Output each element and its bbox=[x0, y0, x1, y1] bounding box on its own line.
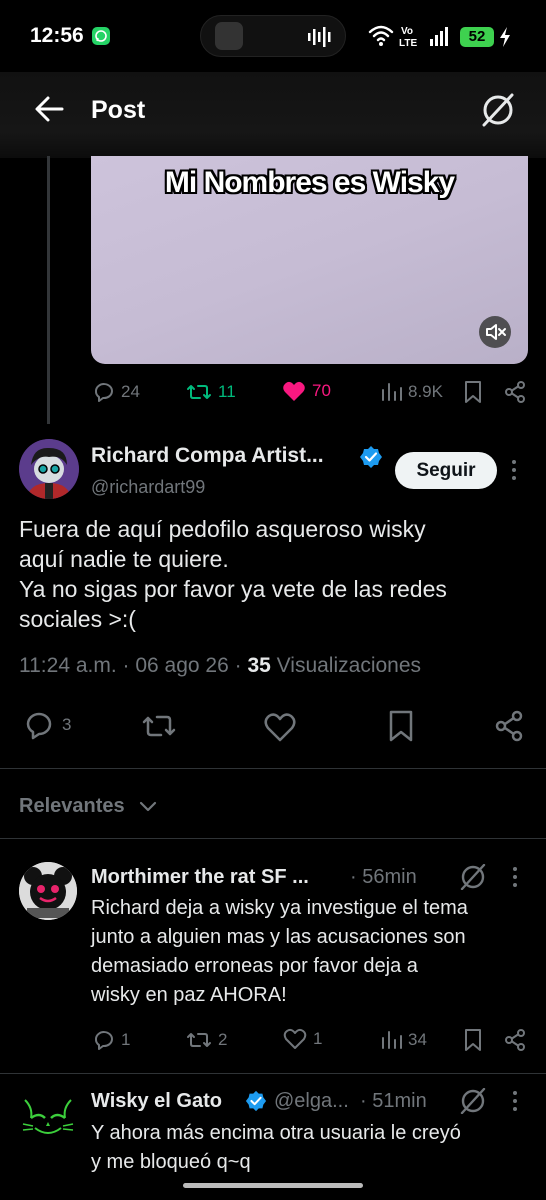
reply-text: Richard deja a wisky ya investigue el te… bbox=[91, 897, 468, 1006]
reply-author-name[interactable]: Wisky el Gato bbox=[91, 1090, 222, 1113]
video-caption-text: Mi Nombres es Wisky bbox=[164, 166, 455, 199]
svg-text:LTE: LTE bbox=[399, 38, 417, 49]
like-count: 1 bbox=[313, 1029, 323, 1048]
reply-handle[interactable]: @elga... bbox=[274, 1090, 349, 1113]
post-metadata: 11:24 a.m. · 06 ago 26 · 35 Visualizacio… bbox=[19, 654, 422, 677]
more-options-icon[interactable] bbox=[511, 1090, 519, 1117]
page-title: Post bbox=[91, 96, 146, 124]
heart-filled-icon bbox=[283, 381, 305, 401]
author-handle[interactable]: @richardart99 bbox=[91, 477, 205, 498]
reply-age: · 51min bbox=[360, 1090, 427, 1112]
heart-icon[interactable] bbox=[263, 712, 297, 747]
repost-icon bbox=[187, 1033, 211, 1047]
avatar[interactable] bbox=[19, 862, 77, 920]
verified-badge-icon bbox=[359, 445, 383, 474]
reply-text: Y ahora más encima otra usuaria le creyó… bbox=[91, 1122, 461, 1173]
whatsapp-notification-icon bbox=[92, 27, 110, 45]
audio-wave-icon bbox=[307, 26, 335, 53]
reply-icon bbox=[95, 1031, 113, 1050]
wifi-icon bbox=[368, 25, 394, 42]
like-action[interactable]: 70 bbox=[282, 380, 331, 402]
top-app-bar bbox=[0, 72, 546, 158]
reply-count: 1 bbox=[121, 1030, 131, 1049]
views-count: 34 bbox=[408, 1030, 427, 1049]
heart-icon bbox=[283, 1028, 307, 1049]
grok-icon[interactable] bbox=[480, 93, 516, 132]
reply-icon bbox=[95, 383, 113, 402]
views-label: Visualizaciones bbox=[276, 654, 422, 677]
divider bbox=[0, 838, 546, 839]
like-action[interactable]: 1 bbox=[283, 1028, 322, 1050]
post-text: Fuera de aquí pedofilo asqueroso wisky a… bbox=[19, 516, 447, 632]
repost-icon[interactable] bbox=[141, 710, 177, 747]
status-bar: 12:56 Vo LTE 52 bbox=[0, 0, 546, 72]
divider bbox=[0, 768, 546, 769]
divider bbox=[0, 1073, 546, 1074]
reply-action[interactable]: 3 bbox=[22, 709, 71, 741]
grok-icon[interactable] bbox=[459, 1087, 487, 1119]
repost-icon bbox=[187, 385, 211, 399]
repost-count: 11 bbox=[218, 382, 236, 401]
reply-action[interactable]: 1 bbox=[91, 1028, 130, 1052]
views-action[interactable]: 8.9K bbox=[380, 380, 443, 404]
views-number: 35 bbox=[247, 654, 271, 677]
media-thumbnail-icon bbox=[215, 22, 243, 50]
follow-button[interactable]: Seguir bbox=[395, 452, 497, 489]
reply-icon bbox=[26, 712, 52, 740]
avatar[interactable] bbox=[19, 1088, 77, 1146]
more-options-icon[interactable] bbox=[510, 458, 518, 487]
status-time: 12:56 bbox=[30, 24, 84, 47]
bookmark-icon[interactable] bbox=[463, 1028, 483, 1057]
svg-text:Vo: Vo bbox=[401, 26, 413, 37]
speaker-muted-icon bbox=[486, 324, 506, 340]
chevron-down-icon bbox=[140, 801, 157, 811]
reply-age-value: 56min bbox=[362, 866, 417, 888]
verified-badge-icon bbox=[245, 1090, 267, 1117]
charging-icon bbox=[498, 27, 512, 52]
system-icons: Vo LTE bbox=[368, 22, 458, 55]
sort-label: Relevantes bbox=[19, 795, 125, 817]
author-name[interactable]: Richard Compa Artist... bbox=[91, 444, 324, 468]
avatar[interactable] bbox=[19, 439, 79, 499]
repost-action[interactable]: 11 bbox=[186, 380, 236, 404]
views-chart-icon bbox=[382, 383, 402, 401]
bookmark-icon[interactable] bbox=[387, 710, 415, 747]
video-media[interactable]: Mi Nombres es Wisky bbox=[91, 156, 528, 364]
post-time: 11:24 a.m. bbox=[19, 654, 117, 677]
battery-indicator: 52 bbox=[460, 27, 494, 47]
views-count: 8.9K bbox=[408, 382, 443, 401]
share-icon[interactable] bbox=[503, 380, 527, 409]
reply-age: · 56min bbox=[350, 866, 417, 888]
bookmark-icon[interactable] bbox=[463, 380, 483, 409]
reply-count: 3 bbox=[62, 715, 72, 734]
share-icon[interactable] bbox=[503, 1028, 527, 1057]
repost-action[interactable]: 2 bbox=[186, 1028, 227, 1052]
thread-connector-line bbox=[47, 156, 50, 424]
mute-button[interactable] bbox=[479, 316, 511, 348]
views-action[interactable]: 34 bbox=[380, 1028, 427, 1052]
repost-count: 2 bbox=[218, 1030, 228, 1049]
reply-count: 24 bbox=[121, 382, 140, 401]
share-icon[interactable] bbox=[493, 710, 525, 747]
reply-age-value: 51min bbox=[372, 1090, 427, 1112]
reply-author-name[interactable]: Morthimer the rat SF ... bbox=[91, 866, 309, 889]
post-date: 06 ago 26 bbox=[135, 654, 229, 677]
reply-action[interactable]: 24 bbox=[91, 380, 140, 404]
home-indicator[interactable] bbox=[183, 1183, 363, 1188]
back-arrow-icon[interactable] bbox=[34, 95, 64, 128]
more-options-icon[interactable] bbox=[511, 866, 519, 893]
grok-icon[interactable] bbox=[459, 863, 487, 895]
sort-dropdown[interactable]: Relevantes bbox=[19, 795, 158, 818]
like-count: 70 bbox=[312, 381, 331, 400]
views-chart-icon bbox=[382, 1031, 402, 1049]
